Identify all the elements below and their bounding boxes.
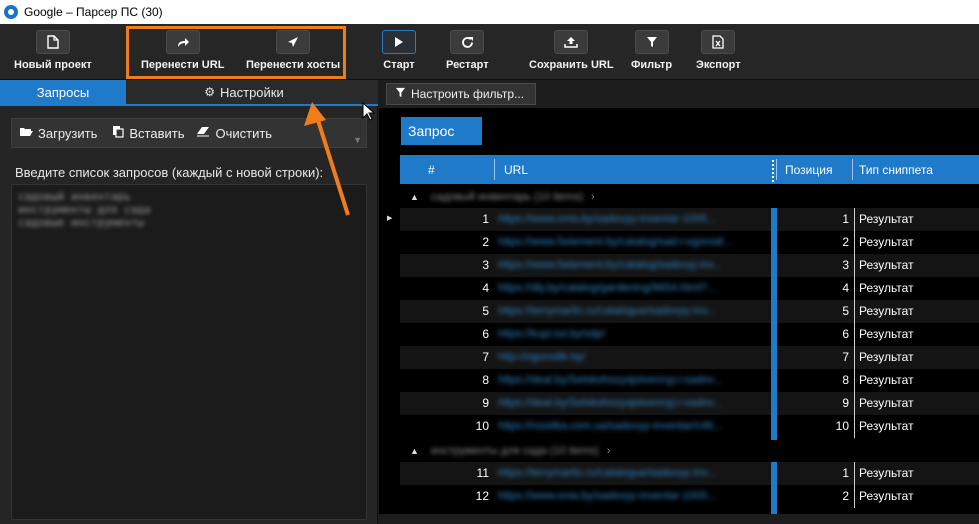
save-url-button[interactable]: Сохранить URL: [529, 30, 614, 78]
group-header-row[interactable]: ▲ садовый инвентарь (10 items) ›: [400, 186, 979, 208]
grid-header: # URL Позиция Тип сниппета: [400, 155, 979, 184]
excel-icon: [701, 30, 736, 54]
gear-icon: ⚙: [204, 85, 215, 99]
collapse-caret-icon[interactable]: ▲: [410, 192, 419, 202]
table-row[interactable]: 10 https://rozetka.com.ua/sadovyy-invent…: [400, 415, 979, 438]
table-row[interactable]: 1 https://www.onia.by/sadovyy-inventar-1…: [400, 208, 979, 231]
column-header-position[interactable]: Позиция: [785, 155, 832, 184]
play-icon: [382, 30, 416, 54]
horizontal-scrollbar[interactable]: [379, 514, 979, 524]
mouse-cursor-icon: [362, 102, 376, 121]
filter-button[interactable]: Фильтр: [631, 30, 672, 78]
queries-prompt-label: Введите список запросов (каждый с новой …: [15, 165, 324, 180]
restart-button[interactable]: Рестарт: [446, 30, 489, 78]
chevron-right-icon: ›: [606, 445, 611, 457]
column-header-number[interactable]: #: [428, 155, 435, 184]
column-resize-bar[interactable]: [771, 462, 777, 514]
new-project-button[interactable]: Новый проект: [14, 30, 92, 78]
table-row[interactable]: 9 https://deal.by/Selskohozyajstvennyj-i…: [400, 392, 979, 415]
table-row[interactable]: 7 http://ogorodik.by/ 7 Результат: [400, 346, 979, 369]
collapse-caret-icon[interactable]: ▲: [410, 446, 419, 456]
column-header-snippet-type[interactable]: Тип сниппета: [859, 155, 933, 184]
group-by-chip[interactable]: Запрос: [401, 117, 482, 145]
column-resize-bar[interactable]: [771, 208, 777, 440]
chevron-right-icon: ›: [591, 191, 595, 203]
queries-textarea[interactable]: садовый инвентарь инструменты для сада с…: [11, 184, 367, 520]
refresh-icon: [450, 30, 485, 54]
upload-icon: [554, 30, 589, 54]
column-separator[interactable]: [776, 159, 777, 180]
eraser-icon: [196, 126, 210, 140]
current-row-marker-icon: ▶: [387, 215, 393, 222]
results-panel: Настроить фильтр... Запрос # URL Позиция…: [379, 80, 979, 524]
table-row[interactable]: 2 https://www.5element.by/catalog/sad-i-…: [400, 231, 979, 254]
app-logo-icon: [4, 5, 18, 19]
filter-icon: [395, 87, 406, 101]
load-button[interactable]: Загрузить: [19, 126, 97, 141]
annotation-arrow-icon: [304, 102, 350, 216]
table-row[interactable]: 8 https://deal.by/Selskohozyajstvennyj-i…: [400, 369, 979, 392]
table-row[interactable]: 5 https://terrymarlin.ru/catalogue/sadov…: [400, 300, 979, 323]
clear-button[interactable]: Очистить: [196, 126, 272, 141]
table-row[interactable]: 11 https://terrymarlin.ru/catalogue/sado…: [400, 462, 979, 485]
tab-queries[interactable]: Запросы: [0, 80, 126, 104]
column-header-url[interactable]: URL: [504, 155, 528, 184]
group-header-row[interactable]: ▲ инструменты для сада (10 items) ›: [400, 440, 979, 462]
file-icon: [35, 30, 70, 54]
column-separator[interactable]: [494, 159, 495, 180]
start-button[interactable]: Старт: [382, 30, 416, 78]
paste-icon: [112, 125, 124, 141]
export-button[interactable]: Экспорт: [696, 30, 741, 78]
configure-filter-button[interactable]: Настроить фильтр...: [386, 83, 536, 105]
annotation-highlight-box: [126, 26, 346, 79]
table-row[interactable]: 12 https://www.onia.by/sadovyy-inventar-…: [400, 485, 979, 508]
column-resize-handle[interactable]: [772, 160, 774, 182]
table-row[interactable]: 4 https://dly.by/catalog/gardening/9654.…: [400, 277, 979, 300]
table-row[interactable]: 3 https://www.5element.by/catalog/sadovy…: [400, 254, 979, 277]
title-bar: Google – Парсер ПС (30): [0, 0, 979, 24]
filter-icon: [634, 30, 669, 54]
column-separator[interactable]: [852, 159, 853, 180]
folder-open-icon: [19, 126, 33, 140]
window-title: Google – Парсер ПС (30): [24, 5, 163, 19]
results-grid: Запрос # URL Позиция Тип сниппета ▲ садо…: [379, 108, 979, 524]
paste-button[interactable]: Вставить: [112, 125, 184, 141]
table-row[interactable]: 6 https://kupi.tut.by/sdp/ 6 Результат: [400, 323, 979, 346]
